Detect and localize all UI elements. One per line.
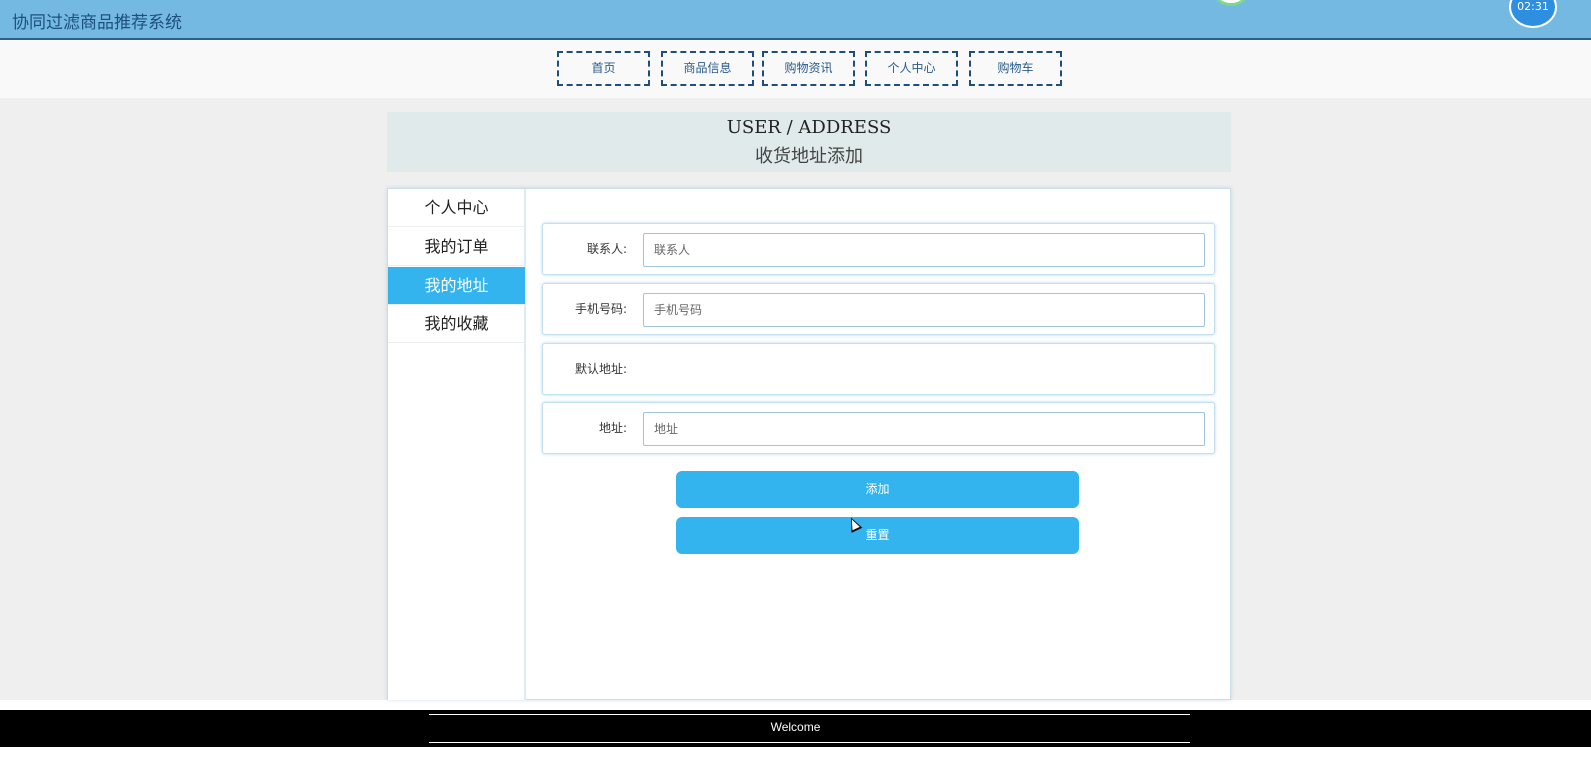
nav-shopping-news[interactable]: 购物资讯 <box>762 51 855 86</box>
sidebar-item-my-favorites[interactable]: 我的收藏 <box>388 305 525 343</box>
phone-label: 手机号码: <box>574 302 627 316</box>
page-heading: USER / ADDRESS 收货地址添加 <box>387 112 1231 172</box>
page-heading-cn: 收货地址添加 <box>755 146 863 167</box>
phone-row: 手机号码: <box>542 283 1215 335</box>
address-input[interactable] <box>643 412 1205 446</box>
page-heading-en: USER / ADDRESS <box>726 117 892 138</box>
reset-button[interactable]: 重置 <box>676 517 1079 554</box>
contact-label: 联系人: <box>586 242 627 256</box>
footer-divider-bottom <box>429 742 1190 743</box>
address-label: 地址: <box>598 421 627 435</box>
clock-widget[interactable]: 02:31 <box>1509 0 1557 28</box>
top-header: 协同过滤商品推荐系统 02:31 <box>0 0 1591 40</box>
contact-row: 联系人: <box>542 223 1215 275</box>
sidebar: 个人中心 我的订单 我的地址 我的收藏 <box>388 189 526 700</box>
status-badge-icon[interactable] <box>1214 0 1248 6</box>
main-nav: 首页 商品信息 购物资讯 个人中心 购物车 <box>0 40 1591 98</box>
nav-cart[interactable]: 购物车 <box>969 51 1062 86</box>
sidebar-item-my-address[interactable]: 我的地址 <box>388 267 525 305</box>
nav-home[interactable]: 首页 <box>557 51 650 86</box>
footer-divider-top <box>429 714 1190 715</box>
phone-input[interactable] <box>643 293 1205 327</box>
default-address-row: 默认地址: <box>542 343 1215 395</box>
app-title: 协同过滤商品推荐系统 <box>12 13 182 33</box>
sidebar-item-personal-center[interactable]: 个人中心 <box>388 189 525 227</box>
sidebar-item-my-orders[interactable]: 我的订单 <box>388 228 525 266</box>
address-row: 地址: <box>542 402 1215 454</box>
nav-products[interactable]: 商品信息 <box>661 51 754 86</box>
footer-welcome-text: Welcome <box>770 720 821 734</box>
add-button[interactable]: 添加 <box>676 471 1079 508</box>
default-address-label: 默认地址: <box>574 362 627 376</box>
contact-input[interactable] <box>643 233 1205 267</box>
nav-personal-center[interactable]: 个人中心 <box>865 51 958 86</box>
footer: Welcome <box>0 710 1591 747</box>
